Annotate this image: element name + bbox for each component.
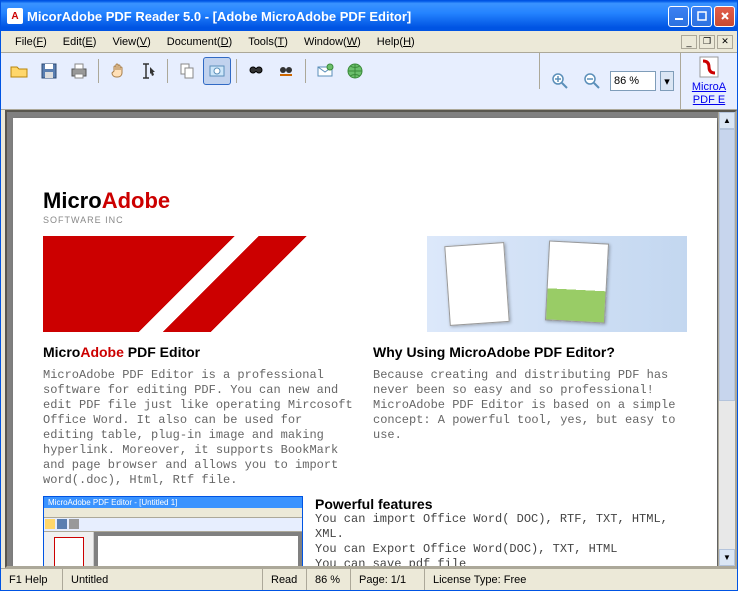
status-zoom: 86 %: [307, 569, 351, 590]
menu-file[interactable]: File(F): [7, 34, 55, 50]
save-button[interactable]: [35, 57, 63, 85]
close-button[interactable]: [714, 6, 735, 27]
features-heading: Powerful features: [315, 496, 687, 512]
statusbar: F1 Help Untitled Read 86 % Page: 1/1 Lic…: [1, 568, 737, 590]
titlebar-text: MicorAdobe PDF Reader 5.0 - [Adobe Micro…: [27, 9, 668, 24]
copy-button[interactable]: [173, 57, 201, 85]
embedded-screenshot: MicroAdobe PDF Editor - [Untitled 1]: [43, 496, 303, 566]
status-license: License Type: Free: [425, 569, 737, 590]
app-icon: A: [7, 8, 23, 24]
features-body: You can import Office Word( DOC), RTF, T…: [315, 512, 687, 566]
scroll-thumb[interactable]: [719, 129, 735, 401]
menu-help[interactable]: Help(H): [369, 34, 423, 50]
right-body: Because creating and distributing PDF ha…: [373, 368, 687, 443]
status-help: F1 Help: [1, 569, 63, 590]
left-heading: MicroAdobe PDF Editor: [43, 344, 357, 360]
email-button[interactable]: [311, 57, 339, 85]
snapshot-button[interactable]: [203, 57, 231, 85]
mdi-restore-button[interactable]: ❐: [699, 35, 715, 49]
search-button[interactable]: [272, 57, 300, 85]
document-area[interactable]: MicroAdobe SOFTWARE INC MicroAdobe PDF E…: [5, 110, 737, 568]
titlebar: A MicorAdobe PDF Reader 5.0 - [Adobe Mic…: [1, 1, 737, 31]
hand-tool-button[interactable]: [104, 57, 132, 85]
find-button[interactable]: [242, 57, 270, 85]
scroll-down-button[interactable]: ▼: [719, 549, 735, 566]
menu-window[interactable]: Window(W): [296, 34, 369, 50]
zoom-dropdown-button[interactable]: ▾: [660, 71, 674, 91]
logo: MicroAdobe SOFTWARE INC: [43, 188, 687, 226]
mdi-close-button[interactable]: ✕: [717, 35, 733, 49]
web-button[interactable]: [341, 57, 369, 85]
status-mode: Read: [263, 569, 307, 590]
scroll-up-button[interactable]: ▲: [719, 112, 735, 129]
maximize-button[interactable]: [691, 6, 712, 27]
text-select-button[interactable]: [134, 57, 162, 85]
minimize-button[interactable]: [668, 6, 689, 27]
banner: [43, 236, 687, 332]
menu-edit[interactable]: Edit(E): [55, 34, 105, 50]
mdi-minimize-button[interactable]: _: [681, 35, 697, 49]
side-link-2[interactable]: PDF E: [693, 94, 725, 107]
zoom-out-button[interactable]: [578, 67, 606, 95]
status-page: Page: 1/1: [351, 569, 425, 590]
toolbar: ▾ MicroA PDF E: [1, 53, 737, 110]
zoom-input[interactable]: [610, 71, 656, 91]
pdf-page: MicroAdobe SOFTWARE INC MicroAdobe PDF E…: [13, 118, 717, 566]
side-panel: MicroA PDF E: [681, 53, 737, 109]
open-button[interactable]: [5, 57, 33, 85]
vertical-scrollbar[interactable]: ▲ ▼: [718, 112, 735, 566]
menu-tools[interactable]: Tools(T): [240, 34, 296, 50]
left-body: MicroAdobe PDF Editor is a professional …: [43, 368, 357, 488]
pdf-icon: [697, 55, 721, 79]
menu-view[interactable]: View(V): [104, 34, 158, 50]
side-link-1[interactable]: MicroA: [692, 81, 726, 94]
menubar: File(F) Edit(E) View(V) Document(D) Tool…: [1, 31, 737, 53]
right-heading: Why Using MicroAdobe PDF Editor?: [373, 344, 687, 360]
print-button[interactable]: [65, 57, 93, 85]
zoom-in-button[interactable]: [546, 67, 574, 95]
status-filename: Untitled: [63, 569, 263, 590]
menu-document[interactable]: Document(D): [159, 34, 240, 50]
